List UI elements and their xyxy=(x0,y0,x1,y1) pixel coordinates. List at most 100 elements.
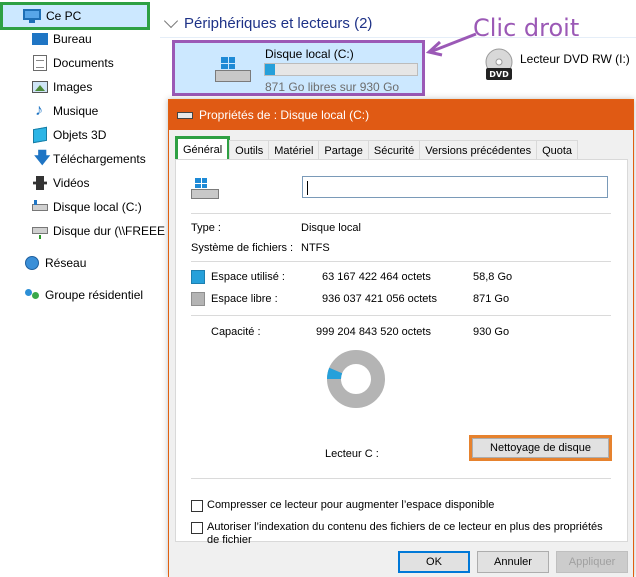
properties-dialog: Propriétés de : Disque local (C:) Généra… xyxy=(168,99,634,577)
dialog-body: Général Outils Matériel Partage Sécurité… xyxy=(169,130,633,577)
nav-item-label: Disque local (C:) xyxy=(53,200,142,214)
filesystem-label: Système de fichiers : xyxy=(191,242,294,254)
annotation-text: Clic droit xyxy=(473,14,580,42)
nav-item-bureau[interactable]: Bureau xyxy=(32,28,92,50)
nav-item-objets-3d[interactable]: Objets 3D xyxy=(32,124,106,146)
drive-name-input[interactable] xyxy=(302,176,608,198)
dvd-badge: DVD xyxy=(489,70,509,79)
content-top-strip xyxy=(160,0,636,10)
nav-item-videos[interactable]: Vidéos xyxy=(32,172,89,194)
general-tab-panel: Type : Disque local Système de fichiers … xyxy=(175,159,628,546)
nav-item-images[interactable]: Images xyxy=(32,76,92,98)
nav-item-label: Images xyxy=(53,80,93,94)
nav-this-pc-label: Ce PC xyxy=(46,9,82,23)
compress-checkbox-row[interactable]: Compresser ce lecteur pour augmenter l’e… xyxy=(191,499,494,512)
disk-cleanup-button[interactable]: Nettoyage de disque xyxy=(469,435,612,461)
nav-item-label: Groupe résidentiel xyxy=(45,288,144,302)
capacity-bytes: 999 204 843 520 octets xyxy=(316,326,431,338)
compress-checkbox[interactable] xyxy=(191,500,203,512)
nav-item-label: Disque dur (\\FREEE xyxy=(53,224,166,238)
nav-item-label: Téléchargements xyxy=(53,152,146,166)
free-space-label: Espace libre : xyxy=(211,293,278,305)
nav-this-pc[interactable]: Ce PC xyxy=(0,2,150,30)
free-space-swatch xyxy=(191,292,205,306)
tab-securite[interactable]: Sécurité xyxy=(367,140,421,160)
nav-item-label: Bureau xyxy=(53,32,92,46)
downloads-icon: 🡇 xyxy=(34,150,51,167)
tab-general[interactable]: Général xyxy=(175,136,231,160)
type-value: Disque local xyxy=(301,222,361,234)
music-icon: ♪ xyxy=(35,102,43,119)
tab-versions-precedentes[interactable]: Versions précédentes xyxy=(419,140,538,160)
drive-c-usage-bar xyxy=(264,63,418,76)
annotation-arrow-icon xyxy=(425,32,477,57)
tab-strip: Général Outils Matériel Partage Sécurité… xyxy=(175,136,579,160)
index-checkbox-row[interactable]: Autoriser l’indexation du contenu des fi… xyxy=(191,521,611,547)
nav-item-groupe-residentiel[interactable]: Groupe résidentiel xyxy=(24,284,143,306)
network-drive-icon xyxy=(32,223,48,239)
dvd-drive-icon: DVD xyxy=(485,48,513,80)
separator xyxy=(191,213,611,214)
filesystem-value: NTFS xyxy=(301,242,330,254)
free-space-size: 871 Go xyxy=(473,293,510,305)
nav-item-disque-local[interactable]: Disque local (C:) xyxy=(32,196,142,218)
free-space-bytes: 936 037 421 056 octets xyxy=(322,293,437,305)
3d-objects-icon xyxy=(32,126,48,144)
tab-materiel[interactable]: Matériel xyxy=(268,140,320,160)
computer-icon xyxy=(23,9,41,23)
compress-label: Compresser ce lecteur pour augmenter l’e… xyxy=(207,499,495,511)
index-label: Autoriser l’indexation du contenu des fi… xyxy=(207,521,603,546)
videos-icon xyxy=(32,175,48,191)
dialog-titlebar[interactable]: Propriétés de : Disque local (C:) xyxy=(169,100,633,130)
nav-item-label: Objets 3D xyxy=(53,128,107,142)
ok-button[interactable]: OK xyxy=(398,551,470,573)
documents-icon xyxy=(32,55,48,71)
drive-c-tile[interactable]: Disque local (C:) 871 Go libres sur 930 … xyxy=(172,40,425,96)
nav-item-label: Réseau xyxy=(45,256,87,270)
separator xyxy=(191,261,611,262)
drive-icon xyxy=(177,110,193,120)
nav-item-documents[interactable]: Documents xyxy=(32,52,114,74)
nav-item-label: Musique xyxy=(53,104,99,118)
drive-c-usage-fill xyxy=(265,64,275,75)
section-title: Périphériques et lecteurs (2) xyxy=(184,15,373,32)
separator xyxy=(191,315,611,316)
capacity-label: Capacité : xyxy=(211,326,261,338)
capacity-size: 930 Go xyxy=(473,326,510,338)
chevron-down-icon xyxy=(163,13,179,28)
tab-outils[interactable]: Outils xyxy=(229,140,270,160)
nav-item-disque-dur-reseau[interactable]: Disque dur (\\FREEE xyxy=(32,220,165,242)
nav-item-telechargements[interactable]: 🡇 Téléchargements xyxy=(32,148,146,170)
local-drive-icon xyxy=(191,178,221,200)
drive-c-free-text: 871 Go libres sur 930 Go xyxy=(265,80,400,94)
dvd-drive-tile[interactable]: DVD Lecteur DVD RW (I:) xyxy=(484,46,634,86)
homegroup-icon xyxy=(24,287,40,303)
apply-button[interactable]: Appliquer xyxy=(556,551,628,573)
used-space-bytes: 63 167 422 464 octets xyxy=(322,271,431,283)
used-space-swatch xyxy=(191,270,205,284)
tab-quota[interactable]: Quota xyxy=(536,140,579,160)
drive-c-name: Disque local (C:) xyxy=(265,47,354,61)
desktop-folder-icon xyxy=(32,31,48,47)
local-drive-icon xyxy=(32,199,48,215)
local-drive-icon xyxy=(215,57,251,83)
cancel-button[interactable]: Annuler xyxy=(477,551,549,573)
navigation-pane: Ce PC Bureau Documents Images ♪ Musique … xyxy=(0,0,170,577)
disk-cleanup-label: Nettoyage de disque xyxy=(490,442,591,454)
index-checkbox[interactable] xyxy=(191,522,203,534)
nav-item-reseau[interactable]: Réseau xyxy=(24,252,86,274)
nav-item-musique[interactable]: ♪ Musique xyxy=(32,100,98,122)
used-space-size: 58,8 Go xyxy=(473,271,513,283)
tab-partage[interactable]: Partage xyxy=(318,140,369,160)
dialog-title: Propriétés de : Disque local (C:) xyxy=(199,108,370,122)
dvd-drive-name: Lecteur DVD RW (I:) xyxy=(520,52,630,66)
drive-letter-label: Lecteur C : xyxy=(325,448,379,460)
separator xyxy=(191,478,611,479)
pictures-icon xyxy=(32,79,48,95)
usage-donut-chart xyxy=(327,350,385,408)
used-space-label: Espace utilisé : xyxy=(211,271,285,283)
nav-item-label: Vidéos xyxy=(53,176,90,190)
type-label: Type : xyxy=(191,222,221,234)
nav-item-label: Documents xyxy=(53,56,114,70)
network-icon xyxy=(24,255,40,271)
